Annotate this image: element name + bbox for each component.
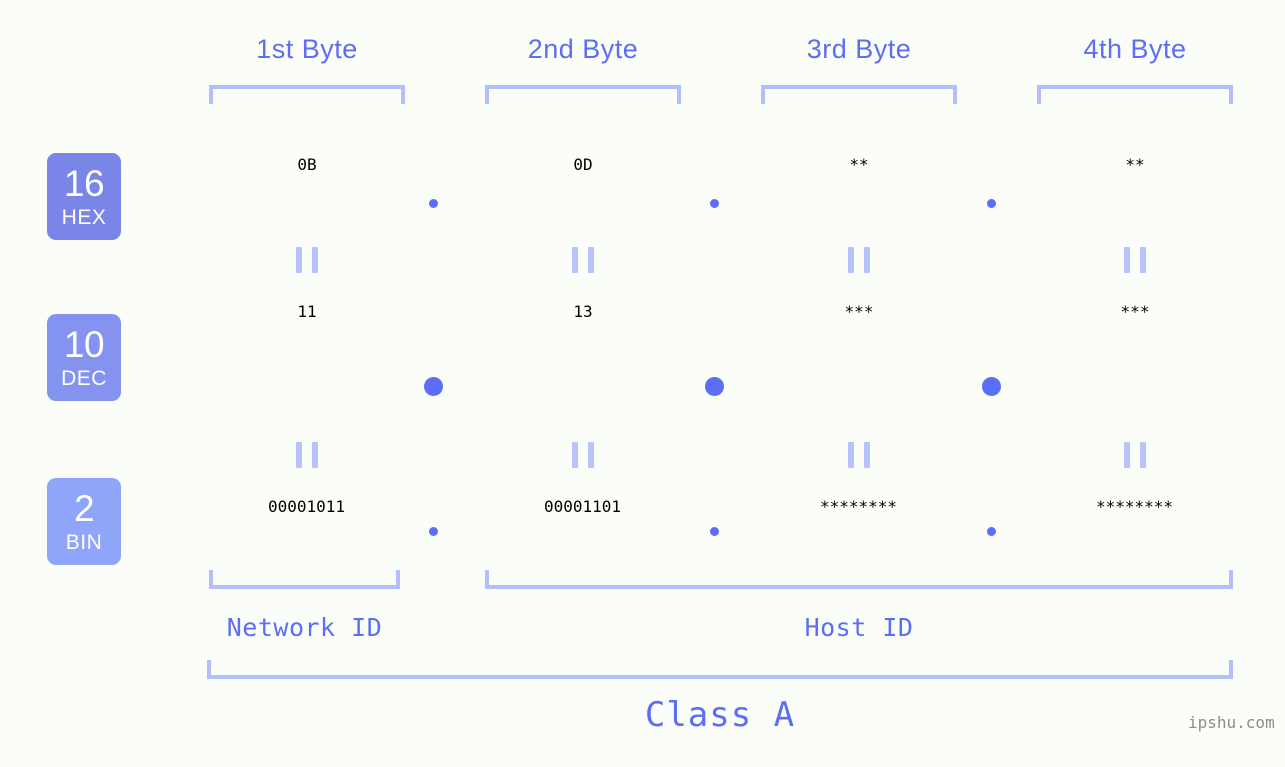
dec-dot-separator-2 xyxy=(705,377,724,396)
equals-mark-dec-bin-3 xyxy=(848,442,870,468)
base-badge-dec: 10 DEC xyxy=(47,314,121,401)
byte-header-label-1: 1st Byte xyxy=(256,34,358,64)
byte-header-label-4: 4th Byte xyxy=(1083,34,1187,64)
hex-byte-value-4: ** xyxy=(1125,155,1145,174)
byte-bracket-2 xyxy=(485,85,681,104)
equals-mark-dec-bin-4 xyxy=(1124,442,1146,468)
dec-dot-separator-3 xyxy=(982,377,1001,396)
bin-byte-value-2: 00001101 xyxy=(543,497,622,516)
bin-byte-value-3: ******** xyxy=(819,497,898,516)
dec-byte-value-1: 11 xyxy=(297,302,317,321)
class-label: Class A xyxy=(644,695,796,735)
base-badge-dec-unit: DEC xyxy=(61,367,107,390)
hex-byte-value-3: ** xyxy=(849,155,869,174)
network-id-label: Network ID xyxy=(226,613,383,642)
dec-byte-value-2: 13 xyxy=(573,302,593,321)
byte-bracket-3 xyxy=(761,85,957,104)
base-badge-hex: 16 HEX xyxy=(47,153,121,240)
host-id-bracket xyxy=(485,570,1233,589)
equals-mark-hex-dec-3 xyxy=(848,247,870,273)
byte-bracket-4 xyxy=(1037,85,1233,104)
site-watermark: ipshu.com xyxy=(1188,713,1275,732)
bin-dot-separator-2 xyxy=(710,527,719,536)
equals-mark-hex-dec-4 xyxy=(1124,247,1146,273)
dec-byte-value-3: *** xyxy=(844,302,874,321)
base-badge-hex-number: 16 xyxy=(63,163,105,204)
hex-byte-value-2: 0D xyxy=(573,155,593,174)
byte-bracket-1 xyxy=(209,85,405,104)
dec-dot-separator-1 xyxy=(424,377,443,396)
hex-byte-value-1: 0B xyxy=(297,155,317,174)
dec-byte-value-4: *** xyxy=(1120,302,1150,321)
ip-byte-breakdown-diagram: 1st Byte 2nd Byte 3rd Byte 4th Byte 16 H… xyxy=(0,0,1285,767)
network-id-bracket xyxy=(209,570,400,589)
base-badge-bin-unit: BIN xyxy=(65,531,103,554)
base-badge-dec-number: 10 xyxy=(63,324,105,365)
base-badge-bin-number: 2 xyxy=(73,488,95,529)
base-badge-bin: 2 BIN xyxy=(47,478,121,565)
equals-mark-dec-bin-1 xyxy=(296,442,318,468)
byte-header-label-2: 2nd Byte xyxy=(527,34,639,64)
hex-dot-separator-1 xyxy=(429,199,438,208)
bin-dot-separator-1 xyxy=(429,527,438,536)
bin-byte-value-4: ******** xyxy=(1095,497,1174,516)
hex-dot-separator-3 xyxy=(987,199,996,208)
byte-header-label-3: 3rd Byte xyxy=(806,34,912,64)
hex-dot-separator-2 xyxy=(710,199,719,208)
bin-dot-separator-3 xyxy=(987,527,996,536)
equals-mark-hex-dec-1 xyxy=(296,247,318,273)
bin-byte-value-1: 00001011 xyxy=(267,497,346,516)
base-badge-hex-unit: HEX xyxy=(61,206,107,229)
class-bracket xyxy=(207,660,1233,679)
equals-mark-hex-dec-2 xyxy=(572,247,594,273)
equals-mark-dec-bin-2 xyxy=(572,442,594,468)
host-id-label: Host ID xyxy=(804,613,914,642)
